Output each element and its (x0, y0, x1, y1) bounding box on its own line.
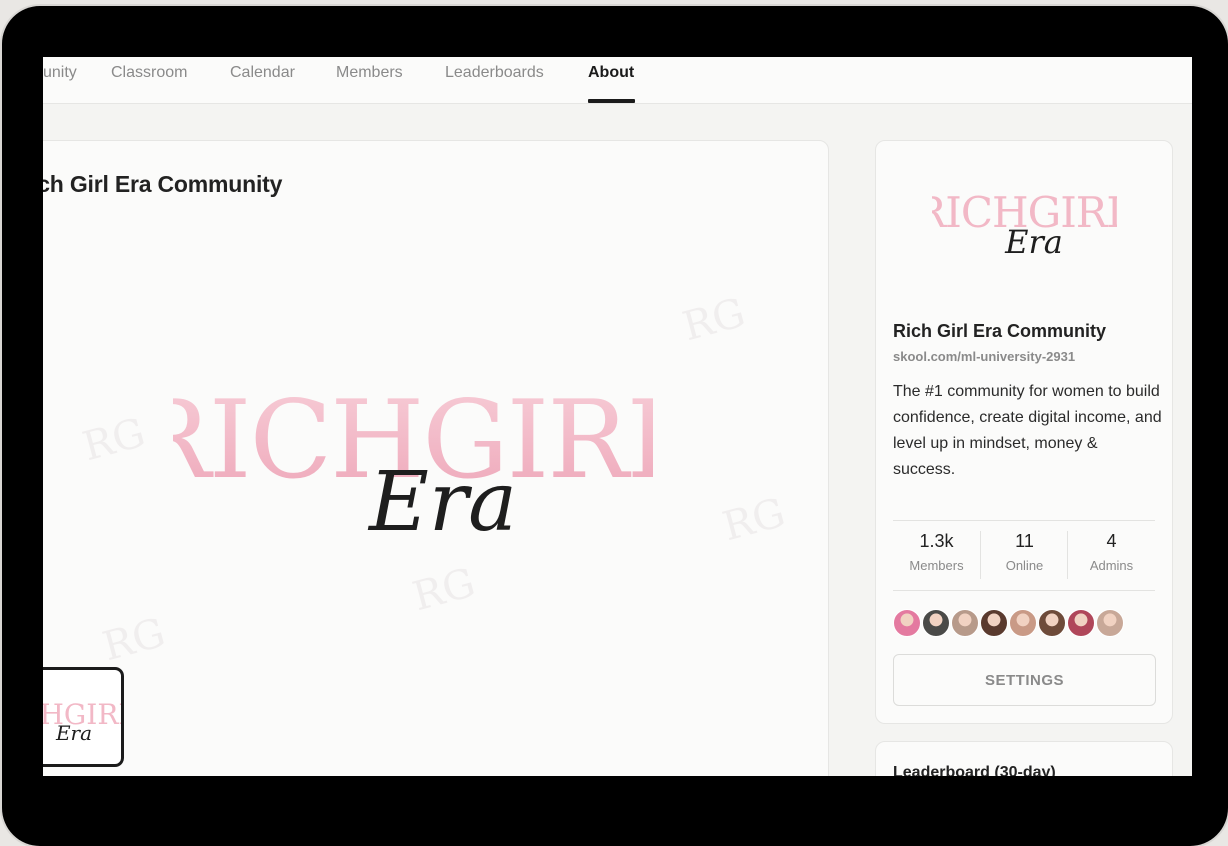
rich-girl-era-logo: RICHGIRL Era (173, 378, 653, 550)
settings-button[interactable]: SETTINGS (893, 654, 1156, 706)
community-thumbnail[interactable]: ICHGIRL Era (43, 667, 124, 767)
tab-classroom[interactable]: Classroom (111, 64, 187, 82)
stat-value: 11 (1015, 531, 1034, 551)
sidebar-logo: RICHGIRL Era (932, 188, 1117, 261)
avatar[interactable] (922, 609, 950, 637)
avatar[interactable] (980, 609, 1008, 637)
community-info-card: RICHGIRL Era Rich Girl Era Community sko… (875, 140, 1173, 724)
stat-label: Members (909, 558, 964, 573)
stat-value: 1.3k (919, 531, 954, 551)
stat-online[interactable]: 11 Online (981, 531, 1068, 573)
stat-value: 4 (1106, 531, 1117, 551)
avatar[interactable] (1096, 609, 1124, 637)
community-description: The #1 community for women to build conf… (893, 383, 1162, 478)
thumbnail-logo: ICHGIRL Era (43, 698, 121, 745)
leaderboard-card: Leaderboard (30-day) (875, 741, 1173, 776)
sidebar-logo-script: Era (1004, 223, 1063, 261)
active-tab-indicator (588, 99, 635, 103)
stat-members[interactable]: 1.3k Members (893, 531, 980, 573)
top-nav: unity Classroom Calendar Members Leaderb… (43, 57, 1192, 104)
community-url[interactable]: skool.com/ml-university-2931 (893, 349, 1075, 364)
tab-calendar[interactable]: Calendar (230, 64, 295, 82)
divider (893, 590, 1155, 591)
avatar[interactable] (893, 609, 921, 637)
avatar[interactable] (1009, 609, 1037, 637)
community-name: Rich Girl Era Community (893, 321, 1107, 341)
tab-leaderboards[interactable]: Leaderboards (445, 64, 544, 82)
app-screen: unity Classroom Calendar Members Leaderb… (43, 57, 1192, 776)
leaderboard-title: Leaderboard (30-day) (893, 764, 1056, 776)
thumb-script: Era (55, 721, 92, 745)
tab-about[interactable]: About (588, 64, 634, 82)
avatar[interactable] (1067, 609, 1095, 637)
stat-label: Online (1005, 558, 1044, 573)
avatar[interactable] (951, 609, 979, 637)
stat-label: Admins (1089, 558, 1134, 573)
divider (893, 520, 1155, 521)
avatar[interactable] (1038, 609, 1066, 637)
tab-community[interactable]: unity (43, 64, 77, 82)
tab-members[interactable]: Members (336, 64, 403, 82)
stat-admins[interactable]: 4 Admins (1068, 531, 1155, 573)
logo-script: Era (367, 455, 517, 550)
page-title: ich Girl Era Community (43, 171, 283, 197)
